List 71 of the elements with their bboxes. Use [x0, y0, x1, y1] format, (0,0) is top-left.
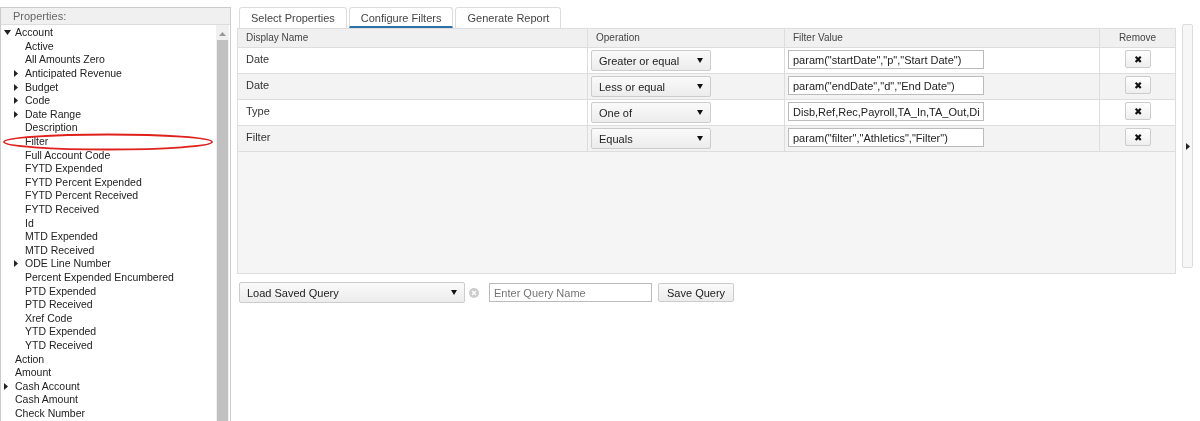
table-cell: Filter — [246, 131, 271, 143]
tree-item[interactable]: MTD Expended — [25, 230, 98, 244]
column-header: Remove — [1117, 31, 1158, 45]
tree-item[interactable]: Anticipated Revenue — [25, 67, 122, 81]
dropdown-arrow-icon — [697, 136, 703, 141]
panel-title: Properties: — [13, 10, 67, 22]
dropdown-arrow-icon — [697, 110, 703, 115]
table-cell: Date — [246, 53, 270, 65]
tree-item[interactable]: PTD Received — [25, 298, 93, 312]
tree-item[interactable]: FYTD Percent Received — [25, 189, 139, 203]
column-header: Filter Value — [785, 29, 1100, 47]
filter-value-field[interactable]: param("filter","Athletics","Filter") — [788, 128, 984, 147]
tree-item[interactable]: Cash Amount — [15, 393, 79, 407]
tree-item[interactable]: Id — [25, 216, 34, 230]
tab[interactable]: Generate Report — [455, 7, 562, 28]
tree-item[interactable]: Budget — [25, 80, 59, 94]
tree-item[interactable]: Code — [25, 94, 51, 108]
remove-button[interactable]: ✖ — [1124, 128, 1151, 146]
scrollbar[interactable] — [216, 25, 229, 421]
tree-item[interactable]: FYTD Expended — [25, 162, 103, 176]
expand-arrow-icon — [1185, 142, 1190, 150]
operation-dropdown[interactable]: Less or equal — [591, 76, 711, 97]
filter-value-field[interactable]: param("endDate","d","End Date") — [788, 76, 984, 95]
table-cell: Type — [246, 105, 270, 117]
tree-item[interactable]: Action — [15, 352, 45, 366]
tree-item[interactable]: Filter — [25, 135, 49, 149]
tree-item[interactable]: FYTD Percent Expended — [25, 175, 142, 189]
tree-item[interactable]: PTD Expended — [25, 284, 97, 298]
tree-item[interactable]: Xref Code — [25, 311, 73, 325]
query-name-field[interactable]: Enter Query Name — [489, 283, 652, 302]
expand-arrow-icon[interactable] — [14, 83, 18, 91]
save-query-button[interactable]: Save Query — [658, 283, 735, 302]
dropdown-arrow-icon — [697, 58, 703, 63]
tree-item[interactable]: Check Number — [15, 406, 86, 420]
tree-item[interactable]: Active — [25, 39, 54, 53]
tree-item[interactable]: Cash Account — [15, 379, 80, 393]
dropdown-arrow-icon — [697, 84, 703, 89]
tree-item[interactable]: YTD Expended — [25, 325, 97, 339]
tree-item[interactable]: Amount — [15, 366, 52, 380]
tree-item[interactable]: Percent Expended Encumbered — [25, 271, 174, 284]
tree-item[interactable]: Full Account Code — [25, 148, 111, 162]
dropdown-arrow-icon — [451, 290, 457, 295]
tree-item[interactable]: Date Range — [25, 107, 82, 121]
tree-item[interactable]: All Amounts Zero — [25, 53, 105, 67]
remove-button[interactable]: ✖ — [1124, 76, 1151, 94]
operation-dropdown[interactable]: Equals — [591, 128, 711, 149]
tree-item[interactable]: FYTD Received — [25, 203, 100, 216]
tree-item[interactable]: Account — [15, 26, 53, 40]
operation-dropdown[interactable]: Greater or equal — [591, 50, 711, 71]
filter-value-field[interactable]: Disb,Ref,Rec,Payroll,TA_In,TA_Out,Di — [788, 102, 984, 121]
collapse-arrow-icon[interactable] — [4, 30, 11, 36]
tab[interactable]: Configure Filters — [348, 7, 454, 28]
tree-item[interactable]: ODE Line Number — [25, 257, 111, 271]
expand-arrow-icon[interactable] — [14, 110, 18, 118]
table-cell: Date — [246, 79, 270, 91]
tree-item[interactable]: YTD Received — [25, 338, 93, 352]
expand-arrow-icon[interactable] — [14, 70, 18, 78]
operation-dropdown[interactable]: One of — [591, 102, 711, 123]
expand-arrow-icon[interactable] — [14, 97, 18, 105]
expand-arrow-icon[interactable] — [4, 382, 8, 390]
tree-item[interactable]: MTD Received — [25, 243, 95, 257]
tab[interactable]: Select Properties — [239, 7, 347, 28]
remove-button[interactable]: ✖ — [1124, 102, 1151, 120]
column-header: Display Name — [238, 29, 588, 47]
column-header: Operation — [588, 29, 785, 47]
tree-item[interactable]: Description — [25, 121, 78, 135]
saved-query-dropdown[interactable]: Load Saved Query — [239, 282, 465, 303]
filter-value-field[interactable]: param("startDate","p","Start Date") — [788, 50, 984, 69]
remove-button[interactable]: ✖ — [1124, 50, 1151, 68]
collapse-handle[interactable] — [1182, 24, 1193, 268]
expand-arrow-icon[interactable] — [14, 260, 18, 268]
